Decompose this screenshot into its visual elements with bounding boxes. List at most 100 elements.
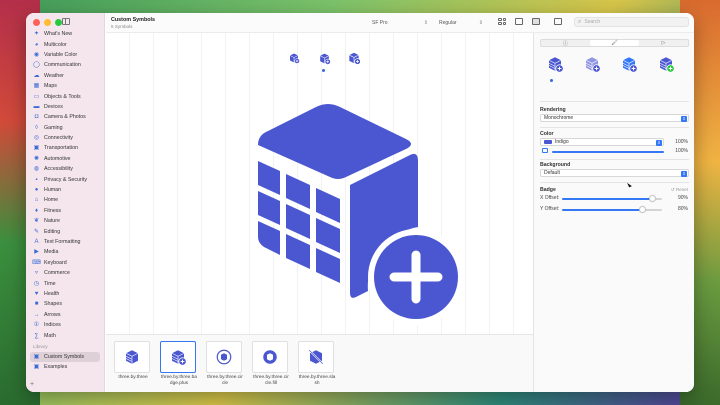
reset-button[interactable]: ↺ Reset <box>671 187 688 193</box>
x-offset-label: X Offset: <box>540 195 560 201</box>
font-select[interactable]: SF Pro ⇕ <box>369 18 431 27</box>
sidebar-item-indices[interactable]: ① Indices <box>30 320 100 330</box>
monochrome-mode-icon[interactable] <box>546 55 564 73</box>
rendering-popup[interactable]: Monochrome ⇕ <box>540 114 689 122</box>
opacity-slider[interactable] <box>552 151 664 153</box>
sidebar-item-custom-symbols[interactable]: ▣ Custom Symbols <box>30 351 100 363</box>
sidebar-item-shapes[interactable]: ■ Shapes <box>30 299 100 309</box>
sidebar-item-connectivity[interactable]: ◎ Connectivity <box>30 133 100 143</box>
chevron-updown-icon: ⇕ <box>478 19 483 26</box>
color-label: Color <box>540 131 554 137</box>
y-offset-knob[interactable] <box>638 206 646 213</box>
background-value: Default <box>544 170 560 176</box>
sidebar-item-home[interactable]: ⌂ Home <box>30 195 100 205</box>
three-by-three-badge-plus-icon <box>171 350 187 366</box>
add-icon[interactable]: + <box>30 381 34 388</box>
sidebar-item-devices[interactable]: ▬ Devices <box>30 102 100 112</box>
zoom-button[interactable] <box>55 19 62 26</box>
sidebar-item-keyboard[interactable]: ⌨ Keyboard <box>30 258 100 268</box>
sidebar-item-label: Health <box>44 290 60 297</box>
rendering-value: Monochrome <box>544 115 574 121</box>
sidebar-item-time[interactable]: ◷ Time <box>30 278 100 288</box>
sidebar-item-editing[interactable]: ✎ Editing <box>30 226 100 236</box>
sidebar-item-label: Communication <box>44 62 81 69</box>
sidebar-item-weather[interactable]: ☁ Weather <box>30 71 100 81</box>
color-percent: 100% <box>675 139 688 145</box>
sidebar-item-variable-color[interactable]: ◉ Variable Color <box>30 50 100 60</box>
gallery-view-icon[interactable] <box>498 18 506 25</box>
sidebar-item-examples[interactable]: ▣ Examples <box>30 362 100 372</box>
divider <box>540 159 689 160</box>
search-field[interactable]: ⌕ Search <box>574 17 689 27</box>
tab-animation[interactable]: ▷ <box>639 40 688 46</box>
sidebar-item-media[interactable]: ▶ Media <box>30 247 100 257</box>
sidebar-item-automotive[interactable]: ✺ Automotive <box>30 154 100 164</box>
car-icon: ▣ <box>33 145 40 152</box>
scale-large-icon[interactable] <box>346 50 362 66</box>
close-button[interactable] <box>33 19 40 26</box>
weight-select[interactable]: Regular ⇕ <box>436 18 486 27</box>
sidebar-item-text-formatting[interactable]: A Text Formatting <box>30 237 100 247</box>
divider <box>540 101 689 102</box>
inspector-toggle-icon[interactable] <box>554 18 562 25</box>
scale-small-icon[interactable] <box>286 50 302 66</box>
sidebar-item-label: Camera & Photos <box>44 114 86 121</box>
cart-icon: ▿ <box>34 270 38 277</box>
sidebar-item-accessibility[interactable]: ◍ Accessibility <box>30 164 100 174</box>
background-popup[interactable]: Default ⇕ <box>540 169 689 177</box>
list-view-icon[interactable] <box>515 18 523 25</box>
scale-medium-icon[interactable] <box>316 50 332 72</box>
sidebar-item-label: Transportation <box>44 145 78 152</box>
keyboard-icon: ⌨ <box>32 259 41 266</box>
symbol-thumbnail[interactable]: three.by.three.circle.fill <box>252 341 290 387</box>
indigo-swatch <box>544 140 552 144</box>
chevron-updown-icon: ⇕ <box>681 170 687 177</box>
sidebar-item-transportation[interactable]: ▣ Transportation <box>30 143 100 153</box>
three-by-three-icon <box>125 350 139 364</box>
symbol-thumbnail[interactable]: three.by.three <box>114 341 152 381</box>
chevron-updown-icon: ⇕ <box>681 115 687 122</box>
sidebar-item-maps[interactable]: ▦ Maps <box>30 81 100 91</box>
symbol-thumbnail[interactable]: three.by.three.circle <box>206 341 244 387</box>
sidebar-item-health[interactable]: ♥ Health <box>30 289 100 299</box>
x-offset-value[interactable]: 90% <box>678 195 688 201</box>
sidebar-item-arrows[interactable]: → Arrows <box>30 310 100 320</box>
y-offset-value[interactable]: 80% <box>678 206 688 212</box>
sidebar-item-what-s-new[interactable]: ✦ What's New <box>30 29 100 39</box>
color-value: Indigo <box>555 139 569 145</box>
sidebar-toggle-icon[interactable] <box>62 18 70 25</box>
multicolor-mode-icon[interactable] <box>657 55 675 73</box>
thumbnail-box <box>160 341 196 373</box>
sidebar-item-privacy-security[interactable]: ▪ Privacy & Security <box>30 174 100 184</box>
cloud-sun-icon: ☁ <box>33 72 40 79</box>
sidebar-item-gaming[interactable]: ◊ Gaming <box>30 123 100 133</box>
x-offset-slider[interactable] <box>562 195 662 202</box>
symbol-thumbnail[interactable]: three.by.three.slash <box>298 341 336 387</box>
x-offset-knob[interactable] <box>648 195 656 202</box>
sidebar-item-communication[interactable]: ◯ Communication <box>30 60 100 70</box>
sidebar-item-math[interactable]: ∑ Math <box>30 330 100 340</box>
sidebar-item-objects-tools[interactable]: ▭ Objects & Tools <box>30 91 100 101</box>
tab-appearance[interactable]: 🖌 <box>590 40 639 46</box>
weight-select-label: Regular <box>439 19 457 26</box>
tab-info[interactable]: ⓘ <box>541 40 590 47</box>
preview-view-icon[interactable] <box>532 18 540 25</box>
hierarchical-mode-icon[interactable] <box>583 55 601 73</box>
color-popup[interactable]: Indigo ⇕ <box>540 138 664 146</box>
symbol-thumbnail[interactable]: three.by.three.badge.plus <box>160 341 198 387</box>
sidebar-item-multicolor[interactable]: ◕ Multicolor <box>30 39 100 49</box>
sidebar-item-label: What's New <box>44 31 73 38</box>
y-offset-slider[interactable] <box>562 206 662 213</box>
sidebar-item-human[interactable]: ● Human <box>30 185 100 195</box>
sidebar-item-commerce[interactable]: ▿ Commerce <box>30 268 100 278</box>
sidebar-item-label: Examples <box>44 364 68 371</box>
sidebar-item-fitness[interactable]: ♦ Fitness <box>30 206 100 216</box>
minimize-button[interactable] <box>44 19 51 26</box>
thumbnail-box <box>252 341 288 373</box>
palette-mode-icon[interactable] <box>620 55 638 73</box>
three-by-three-badge-plus-icon <box>258 104 464 325</box>
message-icon: ◯ <box>33 62 40 69</box>
sidebar-item-camera-photos[interactable]: ◘ Camera & Photos <box>30 112 100 122</box>
sidebar-item-nature[interactable]: ❦ Nature <box>30 216 100 226</box>
house-icon: ⌂ <box>34 197 39 204</box>
